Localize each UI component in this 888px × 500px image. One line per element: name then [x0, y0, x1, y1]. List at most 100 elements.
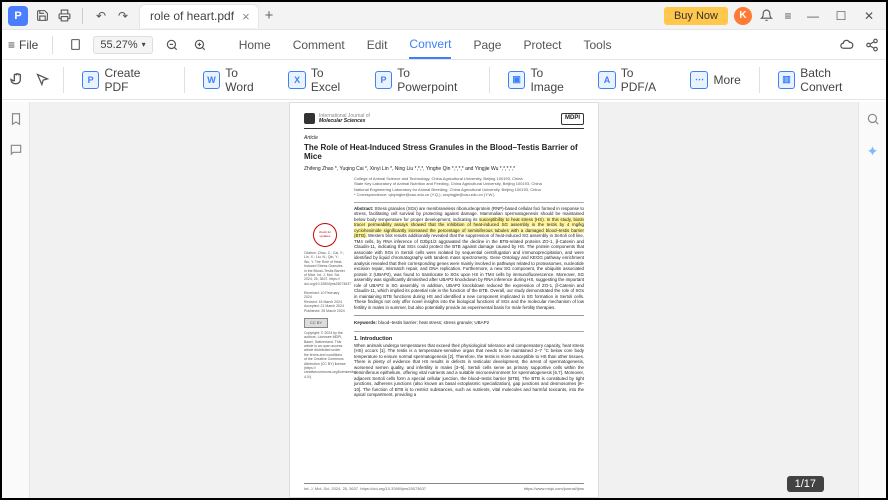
word-icon: W: [203, 71, 220, 89]
select-tool-icon[interactable]: [33, 71, 50, 89]
chevron-down-icon[interactable]: ▾: [142, 40, 146, 49]
bookmark-icon[interactable]: [9, 112, 23, 129]
article-title: The Role of Heat-Induced Stress Granules…: [304, 143, 584, 162]
cc-license-icon: CC BY: [304, 318, 328, 328]
document-tab[interactable]: role of heart.pdf ×: [139, 4, 259, 28]
titlebar-right: Buy Now K ≡ — ☐ ✕: [664, 6, 880, 26]
close-tab-icon[interactable]: ×: [242, 9, 250, 24]
divider: [82, 8, 83, 24]
titlebar-left: P ↶ ↷: [8, 6, 131, 26]
divider: [184, 67, 185, 93]
to-excel-label: To Excel: [311, 66, 355, 94]
tab-protect[interactable]: Protect: [523, 32, 561, 58]
print-icon[interactable]: [56, 8, 72, 24]
zoom-level[interactable]: 55.27% ▾: [93, 36, 152, 54]
tab-home[interactable]: Home: [239, 32, 271, 58]
menu-bar: ≡File 55.27% ▾ Home Comment Edit Convert…: [2, 30, 886, 60]
authors: Zhifeng Zhao *, Yuqing Cai *, Xinyi Lin …: [304, 166, 584, 172]
create-pdf-button[interactable]: PCreate PDF: [76, 62, 172, 98]
ppt-icon: P: [375, 71, 393, 89]
close-window-button[interactable]: ✕: [858, 6, 880, 26]
footer-right: https://www.mdpi.com/journal/ijms: [524, 486, 584, 491]
excel-icon: X: [288, 71, 305, 89]
app-logo-icon[interactable]: P: [8, 6, 28, 26]
more-label: More: [713, 73, 740, 87]
page-canvas[interactable]: International Journal of Molecular Scien…: [30, 102, 858, 498]
ai-sparkle-icon[interactable]: ✦: [867, 143, 879, 160]
left-rail: [2, 102, 30, 498]
more-icon: ⋯: [690, 71, 708, 89]
batch-convert-button[interactable]: ▥Batch Convert: [772, 62, 880, 98]
zoom-value: 55.27%: [100, 39, 137, 51]
save-icon[interactable]: [34, 8, 50, 24]
to-powerpoint-button[interactable]: PTo Powerpoint: [369, 62, 477, 98]
ribbon-toolbar: PCreate PDF WTo Word XTo Excel PTo Power…: [2, 60, 886, 100]
zoom-out-button[interactable]: [163, 36, 181, 54]
to-word-button[interactable]: WTo Word: [197, 62, 275, 98]
create-pdf-label: Create PDF: [104, 66, 165, 94]
footer-left: Int. J. Mol. Sci. 2024, 25, 3637. https:…: [304, 486, 426, 491]
to-image-label: To Image: [530, 66, 578, 94]
to-ppt-label: To Powerpoint: [397, 66, 471, 94]
tab-convert[interactable]: Convert: [409, 31, 451, 59]
divider: [489, 67, 490, 93]
batch-icon: ▥: [778, 71, 796, 89]
to-pdfa-label: To PDF/A: [621, 66, 671, 94]
check-updates-icon: check for updates: [313, 223, 337, 247]
menu-tabs: Home Comment Edit Convert Page Protect T…: [239, 31, 612, 59]
tab-tools[interactable]: Tools: [583, 32, 611, 58]
keywords-label: Keywords:: [354, 320, 377, 325]
keywords-text: blood–testis barrier; heat stress; stres…: [378, 320, 489, 325]
share-icon[interactable]: [864, 37, 880, 53]
page-header: International Journal of Molecular Scien…: [304, 113, 584, 129]
keywords: Keywords: blood–testis barrier; heat str…: [354, 315, 584, 326]
hand-tool-icon[interactable]: [8, 71, 25, 89]
maximize-button[interactable]: ☐: [830, 6, 852, 26]
divider: [63, 67, 64, 93]
zoom-in-button[interactable]: [191, 36, 209, 54]
page-footer: Int. J. Mol. Sci. 2024, 25, 3637. https:…: [304, 483, 584, 491]
title-bar: P ↶ ↷ role of heart.pdf × + Buy Now K ≡ …: [2, 2, 886, 30]
affiliations: College of Animal Science and Technology…: [354, 176, 584, 197]
intro-text: When animals undergo temperatures that e…: [354, 343, 584, 398]
comment-panel-icon[interactable]: [9, 143, 23, 160]
abstract: Abstract: Stress granules (SGs) are memb…: [354, 206, 584, 311]
divider: [354, 331, 584, 332]
redo-icon[interactable]: ↷: [115, 8, 131, 24]
publisher-badge: MDPI: [561, 113, 584, 125]
journal-name: Molecular Sciences: [319, 119, 370, 124]
bell-icon[interactable]: [758, 8, 774, 24]
minimize-button[interactable]: —: [802, 6, 824, 26]
abstract-post: Western blot results additionally reveal…: [354, 233, 584, 310]
tab-page[interactable]: Page: [473, 32, 501, 58]
create-pdf-icon: P: [82, 71, 100, 89]
undo-icon[interactable]: ↶: [93, 8, 109, 24]
page-indicator[interactable]: 1/17: [787, 476, 824, 492]
to-pdfa-button[interactable]: A To PDF/A: [592, 62, 676, 98]
add-tab-button[interactable]: +: [265, 7, 274, 24]
menu-icon[interactable]: ≡: [780, 8, 796, 24]
tab-comment[interactable]: Comment: [293, 32, 345, 58]
user-avatar[interactable]: K: [734, 7, 752, 25]
buy-now-button[interactable]: Buy Now: [664, 7, 728, 25]
to-excel-button[interactable]: X To Excel: [282, 62, 360, 98]
batch-label: Batch Convert: [800, 66, 874, 94]
abstract-label: Abstract:: [354, 206, 373, 211]
document-icon[interactable]: [67, 37, 83, 53]
license-text: Copyright: © 2024 by the authors. Licens…: [304, 331, 346, 379]
menubar-right: [838, 37, 880, 53]
citation-text: Citation: Zhao, Z.; Cai, Y.; Lin, X.; Li…: [304, 251, 346, 286]
image-icon: ▣: [508, 71, 526, 89]
search-icon[interactable]: [866, 112, 880, 129]
right-rail: ✦: [858, 102, 886, 498]
pdfa-icon: A: [598, 71, 616, 89]
dates-text: Received: 10 February 2024 Revised: 15 M…: [304, 291, 346, 313]
to-image-button[interactable]: ▣To Image: [502, 62, 584, 98]
more-button[interactable]: ⋯ More: [684, 67, 746, 93]
tab-label: role of heart.pdf: [150, 9, 234, 23]
file-label: File: [19, 38, 38, 52]
article-type: Article: [304, 135, 584, 141]
tab-edit[interactable]: Edit: [367, 32, 388, 58]
file-menu-button[interactable]: ≡File: [8, 38, 38, 52]
cloud-icon[interactable]: [838, 37, 854, 53]
